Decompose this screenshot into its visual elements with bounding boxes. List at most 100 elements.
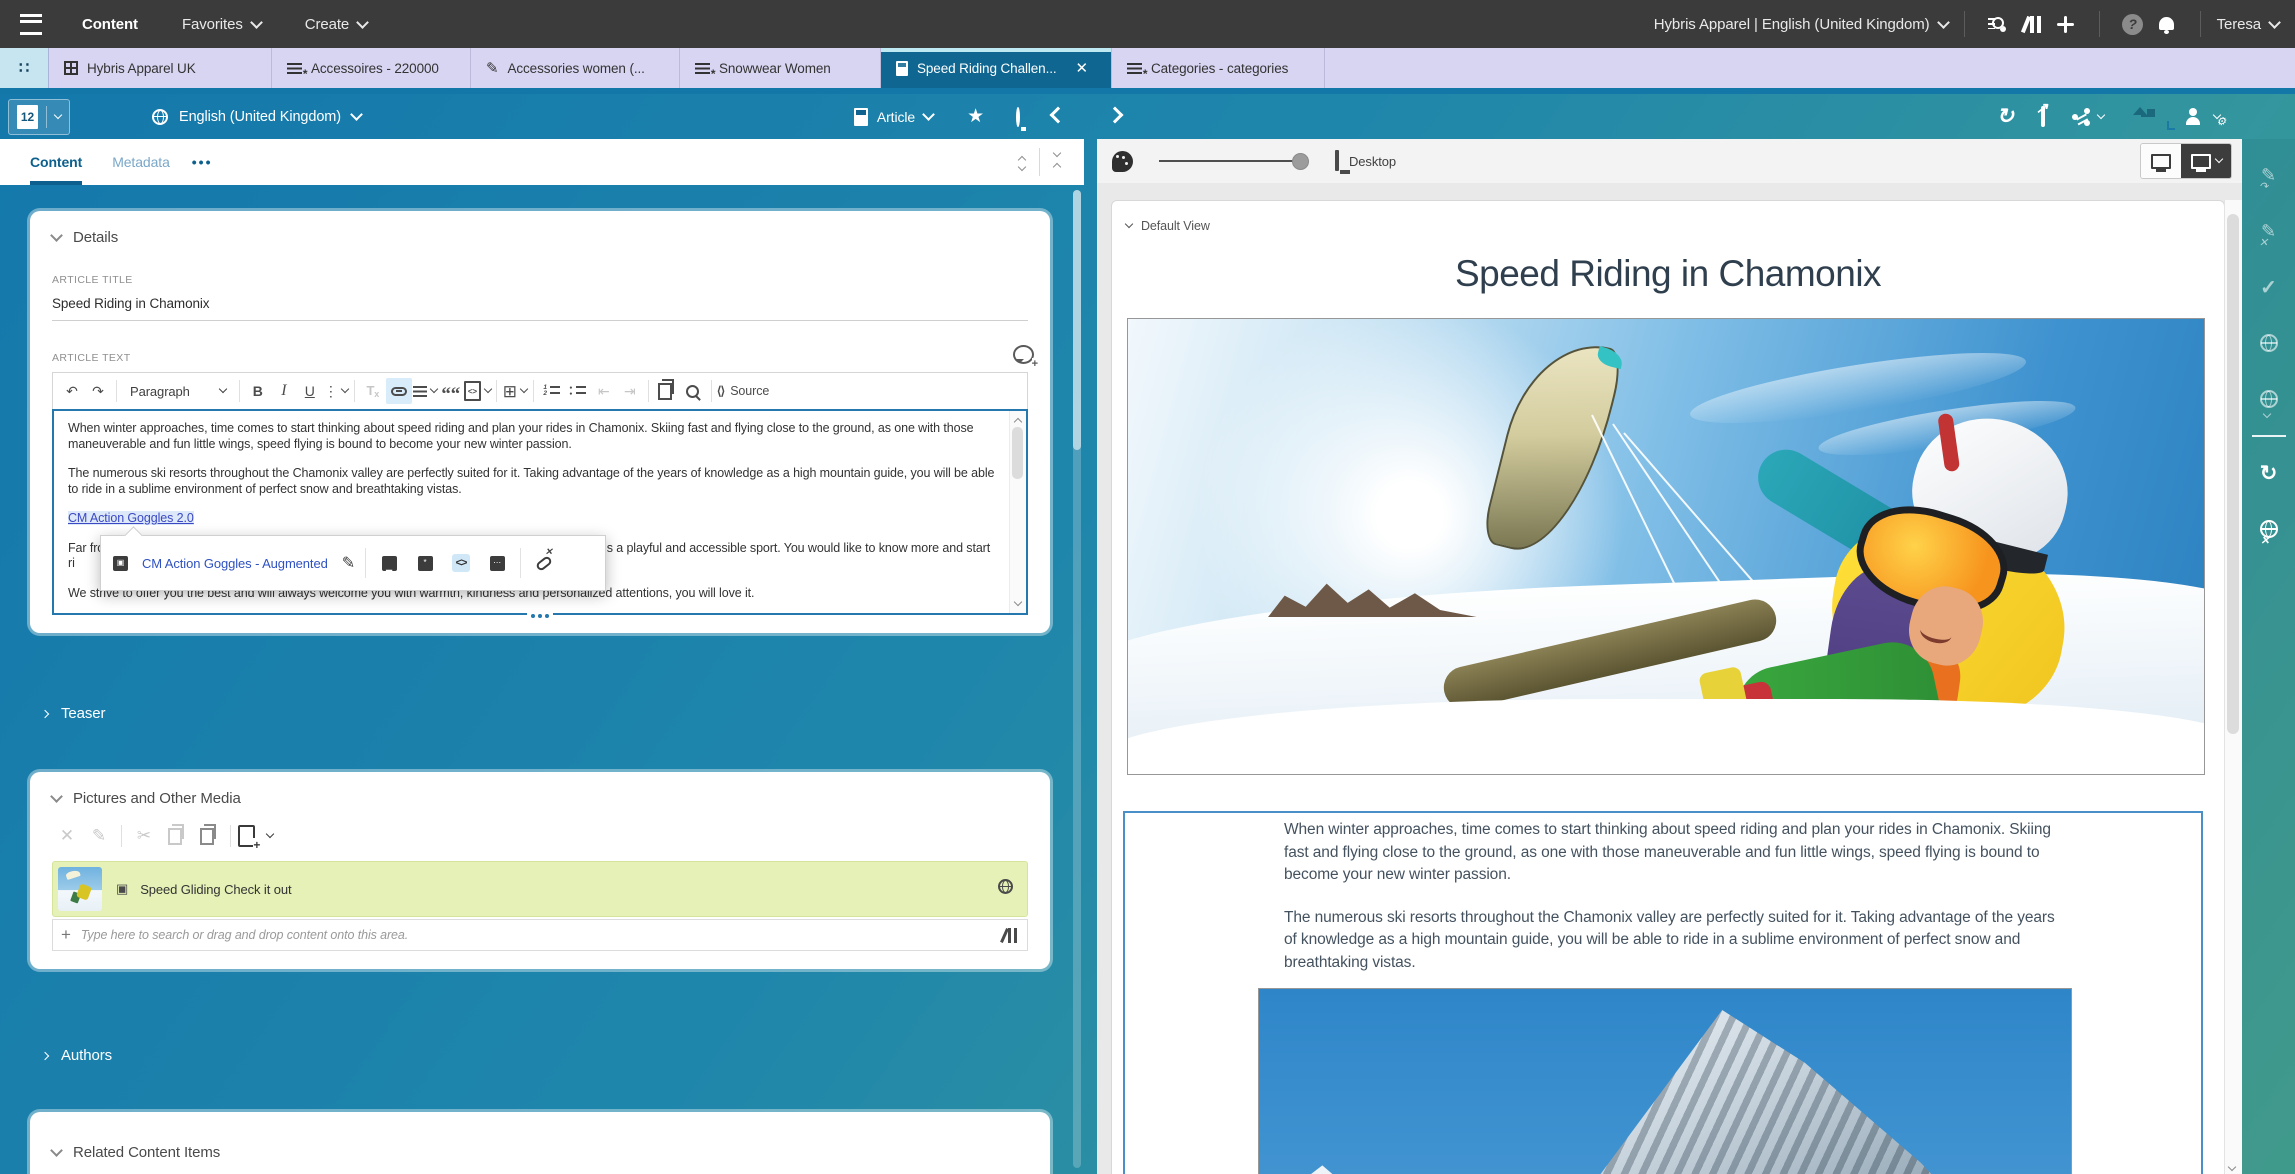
link-button[interactable] [386, 378, 412, 404]
tab-categories[interactable]: Categories - categories [1112, 48, 1325, 88]
collapse-all-button[interactable] [1005, 154, 1039, 170]
search-content-button[interactable] [1981, 16, 2015, 32]
default-view-header[interactable]: Default View [1126, 219, 1210, 233]
tab-overview-button[interactable]: ∷ [0, 48, 49, 88]
article-text-editor[interactable]: When winter approaches, time comes to st… [52, 409, 1028, 615]
paste-button[interactable] [193, 823, 223, 849]
open-item-button[interactable]: ✎ [84, 823, 114, 849]
related-section-header[interactable]: Related Content Items [52, 1144, 1028, 1161]
hamburger-menu-icon[interactable] [20, 14, 42, 35]
remove-localization-button[interactable]: ✕ [2260, 501, 2278, 557]
tab-accessories-women[interactable]: ✎Accessories women (... [471, 48, 680, 88]
bullet-list-button[interactable] [565, 378, 591, 404]
alignment-button[interactable] [412, 378, 438, 404]
inline-image-goggles-mountain[interactable] [1258, 988, 2072, 1174]
more-link-actions-button[interactable]: ⋯ [484, 550, 510, 576]
redo-button[interactable]: ↷ [85, 378, 111, 404]
content-drop-area[interactable]: + Type here to search or drag and drop c… [52, 919, 1028, 951]
editor-scrollbar[interactable] [1009, 411, 1026, 613]
bold-button[interactable]: B [245, 378, 271, 404]
blockquote-button[interactable]: ““ [438, 378, 464, 404]
persona-preview-button[interactable]: ⚙ [2185, 108, 2220, 125]
site-selector[interactable]: Hybris Apparel | English (United Kingdom… [1654, 16, 1948, 33]
add-comment-icon[interactable] [1013, 345, 1034, 364]
italic-button[interactable]: I [271, 378, 297, 404]
scrollbar-thumb[interactable] [2227, 214, 2239, 734]
more-tabs-icon[interactable]: ••• [192, 139, 213, 185]
tab-speed-riding-active[interactable]: Speed Riding Challen... ✕ [881, 48, 1112, 88]
user-menu[interactable]: Teresa [2217, 16, 2279, 33]
menu-create[interactable]: Create [305, 16, 367, 33]
bookmark-star-icon[interactable]: ★ [967, 107, 984, 126]
internal-link[interactable]: CM Action Goggles 2.0 [68, 511, 194, 525]
notifications-button[interactable] [2150, 19, 2184, 30]
upload-from-device-button[interactable] [238, 823, 273, 849]
preview-scrollbar[interactable] [2224, 200, 2242, 1174]
withdraw-button[interactable]: ✎↷ [2261, 147, 2276, 203]
split-view-toggle[interactable]: 12 [8, 99, 70, 135]
outdent-button[interactable]: ⇤ [591, 378, 617, 404]
open-settings-button[interactable]: * [412, 550, 438, 576]
ordered-list-button[interactable] [539, 378, 565, 404]
scroll-down-icon[interactable] [1014, 598, 1022, 606]
menu-content[interactable]: Content [82, 16, 138, 33]
paragraph-format-select[interactable]: Paragraph [122, 384, 234, 399]
article-title-field[interactable]: Speed Riding in Chamonix [52, 296, 1028, 321]
preview-mode-plain-button[interactable] [2141, 144, 2181, 178]
scrollbar-thumb[interactable] [1012, 427, 1023, 479]
editor-resize-handle[interactable] [527, 613, 553, 619]
reload-preview-button[interactable]: ↻ [1997, 106, 2015, 128]
approve-button[interactable]: ✓ [2260, 259, 2277, 315]
close-tab-icon[interactable]: ✕ [1076, 59, 1088, 77]
paste-button[interactable] [654, 378, 680, 404]
table-button[interactable]: ⊞ [502, 378, 528, 404]
tab-accessoires[interactable]: Accessoires - 220000 [272, 48, 471, 88]
translation-status-button[interactable] [2260, 371, 2278, 427]
pictures-section-header[interactable]: Pictures and Other Media [52, 790, 1028, 807]
scroll-up-icon[interactable] [1014, 418, 1022, 426]
more-styles-button[interactable]: ⋮ [323, 378, 349, 404]
share-menu-button[interactable] [2072, 108, 2104, 125]
tab-metadata[interactable]: Metadata [112, 139, 170, 185]
hint-button[interactable] [1016, 109, 1020, 125]
indent-button[interactable]: ⇥ [617, 378, 643, 404]
library-button[interactable] [2015, 16, 2049, 33]
tab-content[interactable]: Content [30, 139, 82, 185]
underline-button[interactable]: U [297, 378, 323, 404]
tab-snowwear-women[interactable]: Snowwear Women [680, 48, 881, 88]
scroll-down-icon[interactable] [2228, 1163, 2236, 1171]
form-panel-scrollbar[interactable] [1073, 190, 1081, 1168]
expand-all-button[interactable] [1040, 154, 1074, 170]
open-library-icon[interactable] [1003, 928, 1017, 943]
help-button[interactable]: ? [2116, 14, 2150, 35]
details-section-header[interactable]: Details [52, 229, 1028, 246]
tab-site-root[interactable]: Hybris Apparel UK [49, 48, 272, 88]
authors-section-header[interactable]: Authors [42, 1047, 1050, 1064]
hero-image-speed-riding[interactable] [1127, 318, 2205, 775]
desktop-device-button[interactable] [1335, 152, 1339, 170]
synchronize-button[interactable]: ↻ [2260, 445, 2278, 501]
unlink-button[interactable] [531, 550, 557, 576]
expand-panel-button[interactable] [1109, 108, 1121, 126]
palette-icon[interactable] [1112, 151, 1133, 172]
translate-button[interactable] [2260, 315, 2278, 371]
device-size-slider[interactable] [1159, 160, 1307, 162]
scrollbar-thumb[interactable] [1073, 190, 1081, 450]
menu-favorites[interactable]: Favorites [182, 16, 261, 33]
undo-button[interactable]: ↶ [59, 378, 85, 404]
dashboard-button[interactable] [2049, 16, 2083, 33]
open-in-new-window-button[interactable] [2041, 108, 2045, 126]
copy-button[interactable] [161, 823, 191, 849]
preview-mode-annotated-button[interactable] [2181, 144, 2231, 178]
cut-button[interactable]: ✂ [129, 823, 159, 849]
find-replace-button[interactable] [680, 378, 706, 404]
collapse-panel-button[interactable] [1052, 109, 1064, 125]
media-list-item[interactable]: ▣ Speed Gliding Check it out [52, 861, 1028, 917]
teaser-section-header[interactable]: Teaser [42, 705, 1050, 722]
open-in-tab-button[interactable]: ▁ [376, 550, 402, 576]
content-type-selector[interactable]: Article [854, 108, 933, 126]
localization-globe-icon[interactable] [998, 879, 1013, 899]
source-button[interactable]: ⟨⟩Source [717, 378, 769, 404]
insert-widget-button[interactable]: <> [464, 378, 491, 404]
edit-link-icon[interactable]: ✎ [342, 553, 355, 573]
